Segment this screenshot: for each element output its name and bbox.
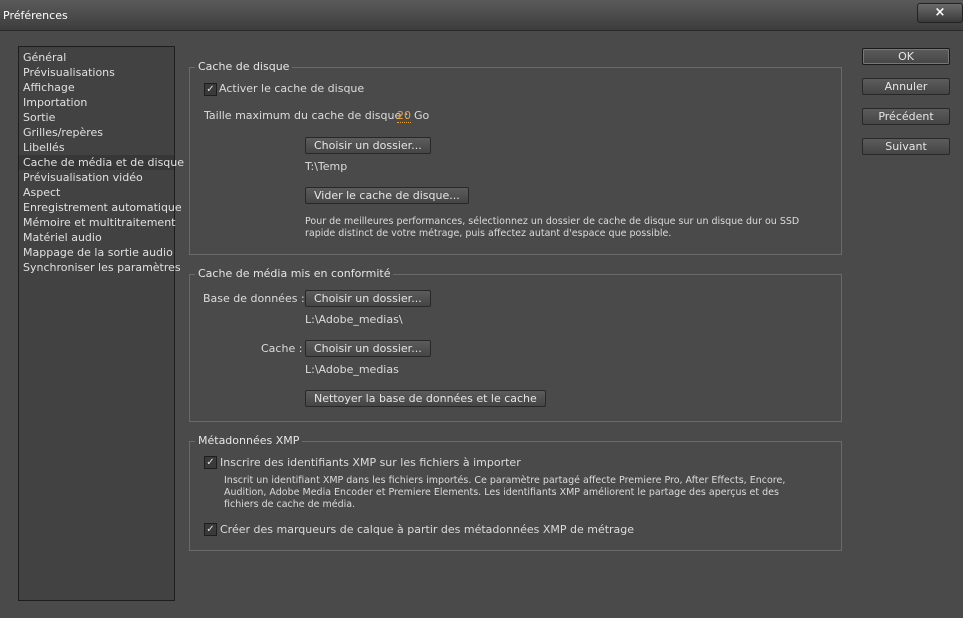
enable-disk-cache-checkbox[interactable]: ✓ [204, 83, 217, 96]
cache-path: L:\Adobe_medias [305, 363, 399, 376]
check-icon: ✓ [206, 524, 215, 535]
next-button[interactable]: Suivant [862, 138, 950, 155]
clear-disk-cache-button[interactable]: Vider le cache de disque... [305, 187, 469, 204]
cache-label: Cache : [261, 342, 303, 355]
sidebar-item[interactable]: Aspect [19, 185, 174, 200]
xmp-legend: Métadonnées XMP [195, 434, 303, 447]
check-icon: ✓ [206, 84, 215, 95]
sidebar-item[interactable]: Prévisualisations [19, 65, 174, 80]
disk-cache-choose-folder-button[interactable]: Choisir un dossier... [305, 137, 431, 154]
media-cache-group: Cache de média mis en conformité Base de… [189, 267, 842, 422]
sidebar-item[interactable]: Importation [19, 95, 174, 110]
max-size-label: Taille maximum du cache de disque : [204, 109, 409, 122]
sidebar-item[interactable]: Sortie [19, 110, 174, 125]
ok-button[interactable]: OK [862, 48, 950, 65]
cache-choose-folder-button[interactable]: Choisir un dossier... [305, 340, 431, 357]
sidebar-item[interactable]: Général [19, 50, 174, 65]
disk-cache-folder-path: T:\Temp [305, 160, 348, 173]
database-path: L:\Adobe_medias\ [305, 313, 403, 326]
disk-cache-note: Pour de meilleures performances, sélecti… [305, 216, 800, 239]
sidebar-item[interactable]: Enregistrement automatique [19, 200, 182, 215]
enable-disk-cache-label: Activer le cache de disque [219, 82, 365, 95]
create-markers-label: Créer des marqueurs de calque à partir d… [220, 523, 635, 536]
sidebar-item[interactable]: Libellés [19, 140, 174, 155]
max-size-unit: Go [414, 109, 430, 122]
disk-cache-group: Cache de disque ✓ Activer le cache de di… [189, 60, 842, 255]
sidebar-item[interactable]: Synchroniser les paramètres [19, 260, 181, 275]
previous-button[interactable]: Précédent [862, 108, 950, 125]
sidebar-item[interactable]: Matériel audio [19, 230, 174, 245]
window-title: Préférences [3, 9, 68, 22]
sidebar-item[interactable]: Prévisualisation vidéo [19, 170, 174, 185]
sidebar-item[interactable]: Grilles/repères [19, 125, 174, 140]
category-list: Général Prévisualisations Affichage Importa… [18, 46, 184, 601]
write-xmp-ids-label: Inscrire des identifiants XMP sur les fi… [220, 456, 521, 469]
xmp-group: Métadonnées XMP ✓ Inscrire des identifia… [189, 434, 842, 551]
close-button[interactable]: × [917, 3, 963, 23]
max-size-value[interactable]: 20 [397, 109, 411, 123]
write-xmp-ids-checkbox[interactable]: ✓ [204, 456, 217, 469]
disk-cache-legend: Cache de disque [195, 60, 293, 73]
sidebar-item[interactable]: Cache de média et de disque [19, 155, 184, 170]
cancel-button[interactable]: Annuler [862, 78, 950, 95]
check-icon: ✓ [206, 457, 215, 468]
title-bar: Préférences × [0, 0, 963, 31]
write-xmp-ids-note: Inscrit un identifiant XMP dans les fich… [224, 475, 786, 510]
sidebar-item[interactable]: Mappage de la sortie audio [19, 245, 174, 260]
sidebar-item[interactable]: Affichage [19, 80, 174, 95]
clean-cache-button[interactable]: Nettoyer la base de données et le cache [305, 390, 546, 407]
database-label: Base de données : [203, 292, 305, 305]
create-markers-checkbox[interactable]: ✓ [204, 523, 217, 536]
media-cache-legend: Cache de média mis en conformité [195, 267, 394, 280]
database-choose-folder-button[interactable]: Choisir un dossier... [305, 290, 431, 307]
close-icon: × [934, 5, 946, 20]
sidebar-item[interactable]: Mémoire et multitraitement [19, 215, 175, 230]
